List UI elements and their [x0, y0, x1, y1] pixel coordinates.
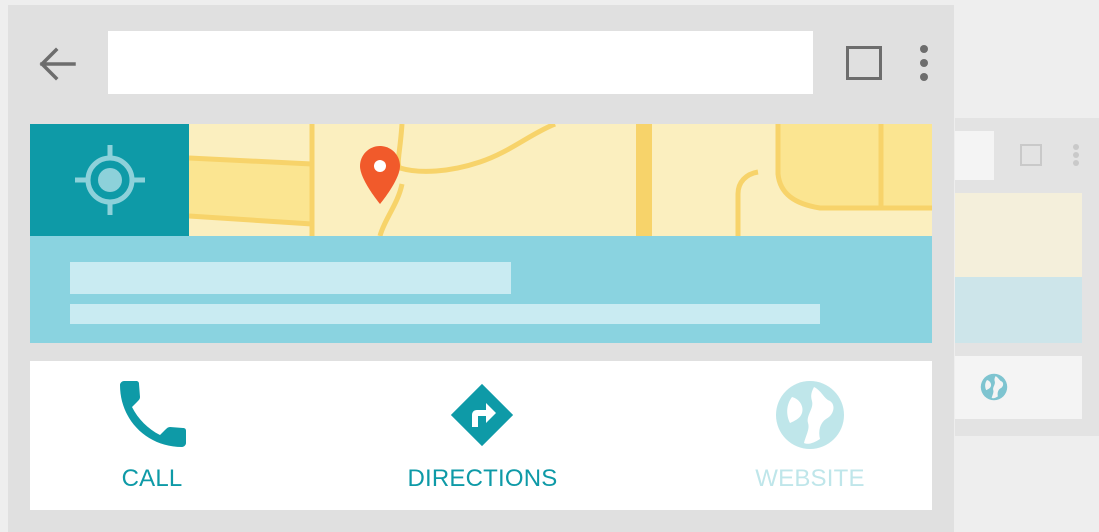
map-pin-icon[interactable] [358, 144, 402, 206]
place-title-placeholder [70, 262, 511, 294]
call-label: CALL [121, 465, 183, 492]
background-overflow-menu-icon [1073, 144, 1079, 166]
background-info-panel [955, 277, 1082, 343]
place-subtitle-placeholder [70, 304, 820, 324]
back-arrow-icon[interactable] [36, 44, 80, 84]
search-input[interactable] [108, 31, 813, 94]
background-globe-icon [980, 373, 1008, 401]
my-location-icon [75, 145, 145, 215]
website-label: WEBSITE [755, 465, 865, 492]
globe-icon [776, 381, 844, 449]
website-button[interactable]: WEBSITE [740, 361, 880, 510]
phone-icon [120, 381, 186, 447]
call-button[interactable]: CALL [90, 361, 214, 510]
background-action-bar [955, 356, 1082, 419]
background-search-field [955, 131, 994, 180]
overflow-menu-icon[interactable] [914, 44, 934, 84]
tabs-square-icon[interactable] [846, 46, 882, 80]
background-tabs-icon [1020, 144, 1042, 166]
directions-button[interactable]: DIRECTIONS [390, 361, 575, 510]
background-map [955, 193, 1082, 277]
directions-label: DIRECTIONS [407, 465, 558, 492]
directions-icon [450, 383, 514, 447]
my-location-button[interactable] [30, 124, 189, 236]
